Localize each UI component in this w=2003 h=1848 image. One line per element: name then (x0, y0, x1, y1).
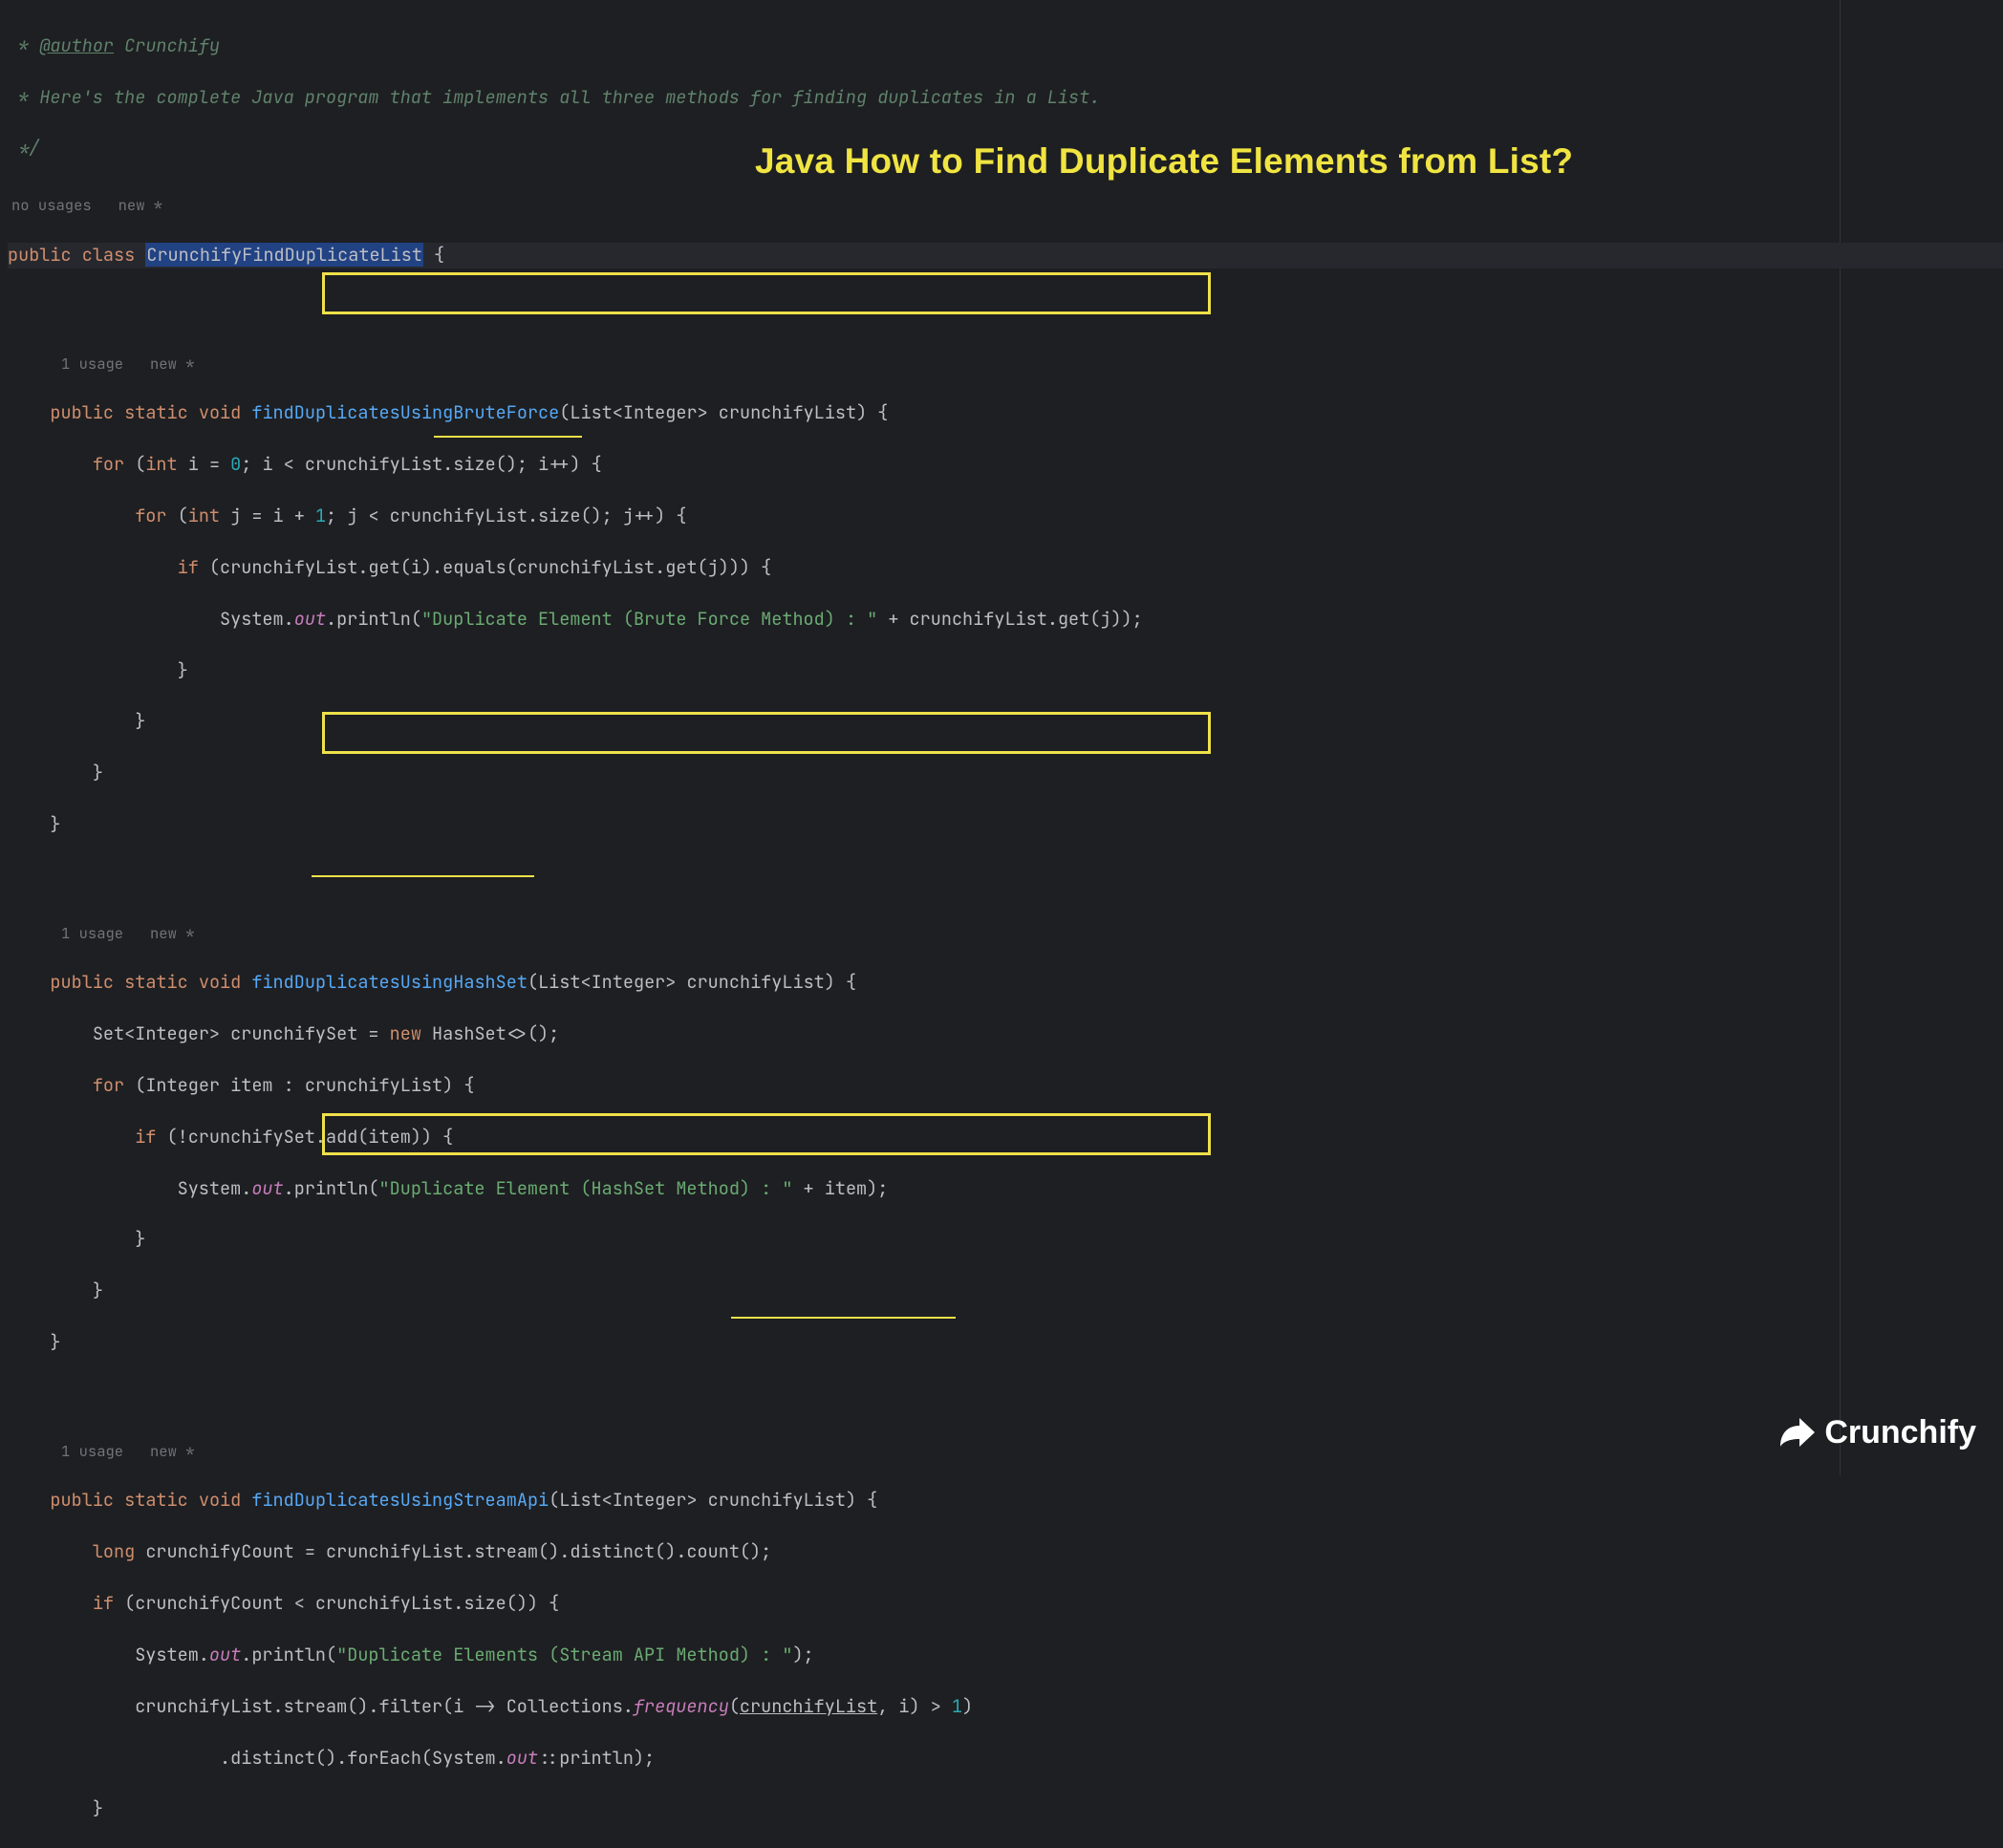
brand-icon (1778, 1416, 1817, 1449)
code-line: if (crunchifyList.get(i).equals(crunchif… (8, 555, 2003, 581)
blank-line (8, 294, 2003, 320)
blank-line (8, 1382, 2003, 1407)
usage-hint: 1 usage new * (8, 1433, 2003, 1463)
code-line: if (!crunchifySet.add(item)) { (8, 1125, 2003, 1150)
blank-line (8, 864, 2003, 890)
code-line: } (8, 1279, 2003, 1304)
code-line: Set<Integer> crunchifySet = new HashSet<… (8, 1021, 2003, 1047)
usage-hint: 1 usage new * (8, 346, 2003, 376)
code-line: public static void findDuplicatesUsingHa… (8, 970, 2003, 996)
code-line-current: public class CrunchifyFindDuplicateList … (8, 243, 2003, 269)
code-line: } (8, 1330, 2003, 1356)
class-name-selected[interactable]: CrunchifyFindDuplicateList (145, 243, 423, 267)
code-line: System.out.println("Duplicate Elements (… (8, 1643, 2003, 1668)
code-line: } (8, 761, 2003, 786)
code-line: System.out.println("Duplicate Element (B… (8, 607, 2003, 633)
javadoc-author-tag: @author (39, 33, 114, 57)
code-line: } (8, 1796, 2003, 1822)
code-line: } (8, 1227, 2003, 1253)
code-line: } (8, 812, 2003, 838)
usage-hint: no usages new * (8, 187, 2003, 217)
code-line: * Here's the complete Java program that … (8, 85, 2003, 111)
code-line: for (Integer item : crunchifyList) { (8, 1073, 2003, 1099)
method-name: findDuplicatesUsingStreamApi (251, 1488, 549, 1512)
code-line: * @author Crunchify (8, 33, 2003, 59)
brand-watermark: Crunchify (1778, 1409, 1976, 1456)
code-line: .distinct().forEach(System.out::println)… (8, 1746, 2003, 1772)
yellow-underline-decoration (731, 1317, 956, 1319)
code-line: System.out.println("Duplicate Element (H… (8, 1176, 2003, 1202)
tutorial-title-overlay: Java How to Find Duplicate Elements from… (755, 136, 1573, 187)
code-line: } (8, 658, 2003, 684)
yellow-underline-decoration (312, 875, 534, 877)
code-line: long crunchifyCount = crunchifyList.stre… (8, 1539, 2003, 1565)
code-line: crunchifyList.stream().filter(i -> Colle… (8, 1694, 2003, 1720)
method-name: findDuplicatesUsingBruteForce (251, 400, 559, 424)
code-line: public static void findDuplicatesUsingSt… (8, 1488, 2003, 1514)
brand-text: Crunchify (1824, 1409, 1976, 1456)
yellow-underline-decoration (434, 436, 582, 438)
javadoc-author-name: Crunchify (114, 33, 220, 57)
usage-hint: 1 usage new * (8, 915, 2003, 945)
code-line: public static void findDuplicatesUsingBr… (8, 400, 2003, 426)
method-name: findDuplicatesUsingHashSet (251, 970, 528, 994)
code-line: } (8, 709, 2003, 735)
code-line: for (int i = 0; i < crunchifyList.size()… (8, 452, 2003, 478)
code-line: for (int j = i + 1; j < crunchifyList.si… (8, 504, 2003, 529)
code-editor[interactable]: * @author Crunchify * Here's the complet… (0, 0, 2003, 1848)
code-line: if (crunchifyCount < crunchifyList.size(… (8, 1591, 2003, 1617)
